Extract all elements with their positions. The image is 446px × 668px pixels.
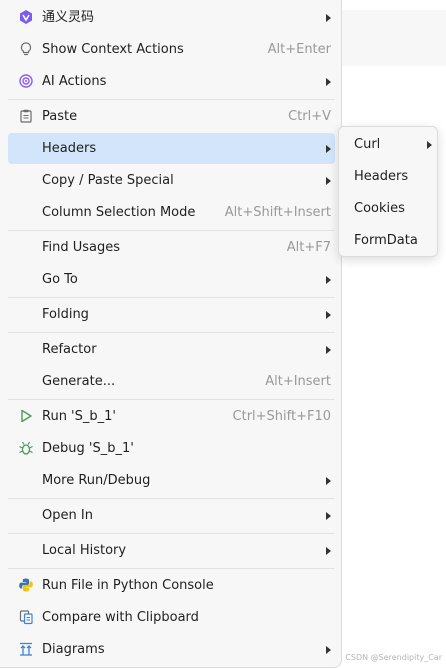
menu-item-find-usages[interactable]: Find Usages Alt+F7 (8, 232, 335, 263)
menu-item-show-context-actions[interactable]: Show Context Actions Alt+Enter (8, 34, 335, 65)
editor-background (342, 10, 446, 66)
menu-item-open-in[interactable]: Open In (8, 500, 335, 531)
ai-assistant-icon (18, 73, 34, 89)
menu-item-run[interactable]: Run 'S_b_1' Ctrl+Shift+F10 (8, 401, 335, 432)
menu-item-label: 通义灵码 (42, 10, 95, 25)
headers-submenu: Curl Headers Cookies FormData (338, 126, 438, 257)
menu-item-copy-paste-special[interactable]: Copy / Paste Special (8, 165, 335, 196)
menu-item-label: Show Context Actions (42, 42, 184, 57)
menu-item-label: Find Usages (42, 240, 121, 255)
menu-item-refactor[interactable]: Refactor (8, 334, 335, 365)
menu-separator (8, 568, 335, 569)
menu-item-label: Open In (42, 508, 93, 523)
submenu-arrow-icon (326, 276, 331, 284)
menu-separator (8, 230, 335, 231)
menu-item-run-file-python-console[interactable]: Run File in Python Console (8, 570, 335, 601)
menu-item-label: Headers (42, 141, 97, 156)
submenu-arrow-icon (326, 177, 331, 185)
clipboard-icon (18, 108, 34, 124)
menu-item-folding[interactable]: Folding (8, 299, 335, 330)
menu-item-ai-actions[interactable]: AI Actions (8, 66, 335, 97)
menu-separator (8, 332, 335, 333)
menu-item-shortcut: Ctrl+Shift+F10 (232, 409, 331, 424)
submenu-arrow-icon (326, 14, 331, 22)
menu-item-label: Folding (42, 307, 89, 322)
menu-separator (8, 99, 335, 100)
menu-item-compare-with-clipboard[interactable]: Compare with Clipboard (8, 602, 335, 633)
menu-item-go-to[interactable]: Go To (8, 264, 335, 295)
submenu-arrow-icon (326, 145, 331, 153)
submenu-item-cookies[interactable]: Cookies (343, 193, 434, 223)
menu-item-label: Local History (42, 543, 127, 558)
submenu-arrow-icon (326, 477, 331, 485)
menu-item-diagrams[interactable]: Diagrams (8, 634, 335, 665)
submenu-item-curl[interactable]: Curl (343, 129, 434, 159)
menu-item-label: Copy / Paste Special (42, 173, 174, 188)
menu-separator (8, 399, 335, 400)
submenu-arrow-icon (326, 311, 331, 319)
submenu-item-label: FormData (354, 233, 418, 248)
menu-item-paste[interactable]: Paste Ctrl+V (8, 101, 335, 132)
menu-item-label: Refactor (42, 342, 97, 357)
menu-item-label: Paste (42, 109, 78, 124)
menu-item-label: AI Actions (42, 74, 107, 89)
menu-separator (8, 297, 335, 298)
python-icon (18, 577, 34, 593)
menu-item-shortcut: Alt+F7 (286, 240, 331, 255)
menu-item-label: Run 'S_b_1' (42, 409, 116, 424)
menu-item-tongyi-lingma[interactable]: 通义灵码 (8, 2, 335, 33)
watermark: CSDN @Serendipity_Car (345, 653, 442, 662)
submenu-item-label: Curl (354, 137, 381, 152)
submenu-item-label: Cookies (354, 201, 405, 216)
diagram-icon (18, 641, 34, 657)
submenu-item-formdata[interactable]: FormData (343, 225, 434, 255)
submenu-item-label: Headers (354, 169, 409, 184)
submenu-arrow-icon (326, 346, 331, 354)
run-icon (18, 408, 34, 424)
menu-item-label: Column Selection Mode (42, 205, 196, 220)
menu-item-label: Run File in Python Console (42, 578, 214, 593)
menu-item-headers[interactable]: Headers (8, 133, 335, 164)
menu-item-shortcut: Alt+Enter (267, 42, 331, 57)
lightbulb-icon (18, 41, 34, 57)
debug-icon (18, 440, 34, 456)
menu-item-more-run-debug[interactable]: More Run/Debug (8, 465, 335, 496)
menu-item-debug[interactable]: Debug 'S_b_1' (8, 433, 335, 464)
menu-item-label: More Run/Debug (42, 473, 151, 488)
compare-icon (18, 609, 34, 625)
submenu-arrow-icon (326, 512, 331, 520)
submenu-arrow-icon (326, 547, 331, 555)
submenu-arrow-icon (326, 646, 331, 654)
menu-item-label: Generate... (42, 374, 116, 389)
menu-item-label: Go To (42, 272, 78, 287)
submenu-arrow-icon (326, 78, 331, 86)
menu-separator (8, 498, 335, 499)
menu-item-label: Debug 'S_b_1' (42, 441, 134, 456)
menu-item-shortcut: Alt+Insert (265, 374, 331, 389)
menu-item-shortcut: Ctrl+V (288, 109, 331, 124)
menu-item-column-selection-mode[interactable]: Column Selection Mode Alt+Shift+Insert (8, 197, 335, 228)
context-menu: 通义灵码 Show Context Actions Alt+Enter AI A… (0, 0, 342, 668)
menu-item-label: Compare with Clipboard (42, 610, 199, 625)
submenu-item-headers[interactable]: Headers (343, 161, 434, 191)
menu-item-label: Diagrams (42, 642, 105, 657)
submenu-arrow-icon (427, 141, 432, 149)
menu-item-shortcut: Alt+Shift+Insert (224, 205, 331, 220)
menu-separator (8, 533, 335, 534)
menu-item-local-history[interactable]: Local History (8, 535, 335, 566)
tongyi-lingma-icon (18, 9, 34, 25)
menu-item-generate[interactable]: Generate... Alt+Insert (8, 366, 335, 397)
